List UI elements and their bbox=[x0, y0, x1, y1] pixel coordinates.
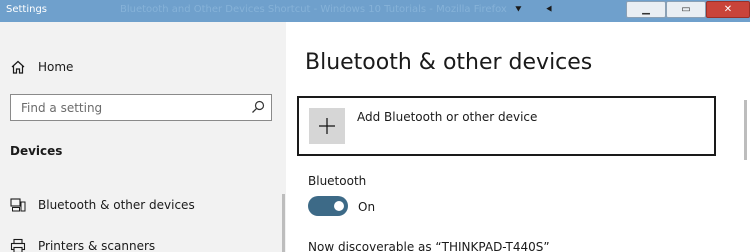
section-title-devices: Devices bbox=[10, 144, 63, 158]
add-device-button[interactable]: Add Bluetooth or other device bbox=[297, 96, 716, 156]
main-content: Bluetooth & other devices Add Bluetooth … bbox=[286, 22, 750, 252]
main-scrollbar[interactable] bbox=[744, 100, 747, 160]
search-icon[interactable] bbox=[251, 100, 265, 114]
search-input[interactable] bbox=[11, 95, 251, 120]
add-icon-tile bbox=[309, 108, 345, 144]
toggle-state-label: On bbox=[358, 200, 376, 214]
bluetooth-toggle[interactable] bbox=[308, 196, 348, 216]
sidebar-item-bluetooth[interactable]: Bluetooth & other devices bbox=[10, 194, 195, 216]
background-window-title: Bluetooth and Other Devices Shortcut - W… bbox=[120, 4, 507, 15]
add-device-label: Add Bluetooth or other device bbox=[357, 110, 538, 124]
page-title: Bluetooth & other devices bbox=[305, 50, 593, 75]
search-box[interactable] bbox=[10, 94, 272, 121]
home-label: Home bbox=[38, 60, 74, 74]
sidebar-scrollbar[interactable] bbox=[282, 194, 285, 252]
sidebar: Home Devices Bluetooth & other devices P… bbox=[0, 22, 286, 252]
pin-icon: ⯇ bbox=[545, 3, 554, 16]
plus-icon bbox=[319, 118, 335, 134]
bluetooth-devices-icon bbox=[10, 198, 26, 212]
minimize-button[interactable]: ▁ bbox=[626, 1, 666, 18]
discoverable-status: Now discoverable as “THINKPAD-T440S” bbox=[308, 240, 550, 252]
sidebar-item-printers[interactable]: Printers & scanners bbox=[10, 235, 155, 252]
maximize-button[interactable]: ▭ bbox=[666, 1, 706, 18]
expand-icon: ⯆ bbox=[514, 3, 523, 16]
sidebar-item-label: Printers & scanners bbox=[38, 239, 156, 252]
sidebar-item-label: Bluetooth & other devices bbox=[38, 198, 195, 212]
title-bar: Settings Bluetooth and Other Devices Sho… bbox=[0, 0, 750, 22]
bluetooth-label: Bluetooth bbox=[308, 174, 367, 188]
toggle-knob bbox=[334, 201, 344, 211]
close-button[interactable]: ✕ bbox=[706, 1, 750, 18]
printer-icon bbox=[10, 238, 26, 252]
home-icon bbox=[11, 60, 25, 74]
sidebar-item-home[interactable]: Home bbox=[10, 57, 73, 77]
window-title: Settings bbox=[6, 4, 48, 15]
